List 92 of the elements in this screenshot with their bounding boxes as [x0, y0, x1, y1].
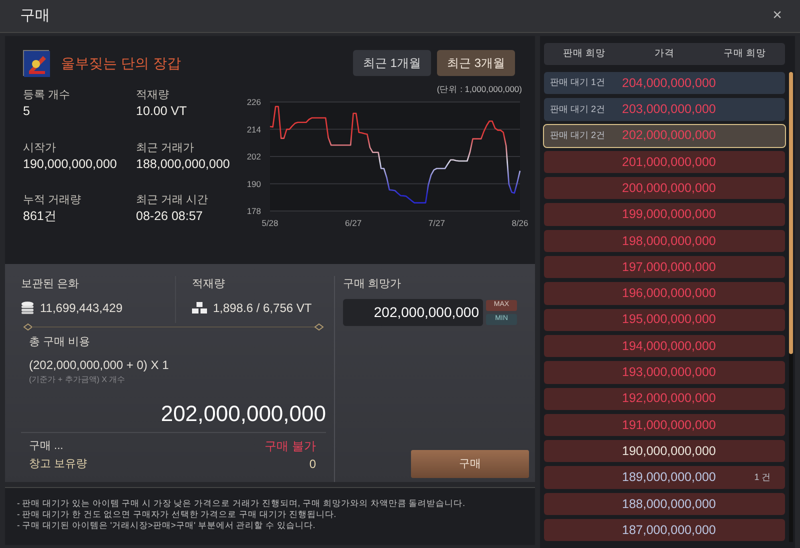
price-text: 195,000,000,000 — [621, 311, 717, 328]
axis-tick-label: 190 — [246, 178, 261, 189]
column-header: 구매 희망 — [722, 46, 768, 61]
order-row[interactable]: 191,000,000,000 — [544, 414, 785, 436]
weights-icon — [192, 302, 207, 314]
formula-hint: (기준가 + 추가금액) X 개수 — [29, 374, 126, 386]
price-text: 192,000,000,000 — [621, 390, 717, 408]
order-row[interactable]: 판매 대기 1건 204,000,000,000 — [544, 72, 785, 94]
column-header: 판매 희망 — [562, 46, 606, 61]
price-text: 201,000,000,000 — [621, 154, 717, 171]
order-row[interactable]: 197,000,000,000 — [544, 256, 785, 278]
total-cost-label: 총 구매 비용 — [29, 334, 92, 350]
order-row[interactable]: 200,000,000,000 — [544, 177, 785, 200]
stat-value: 08-26 08:57 — [136, 208, 204, 226]
order-row[interactable]: 196,000,000,000 — [544, 282, 785, 305]
notice-text: - 구매 대기된 아이템은 '거래시장>판매>구매' 부분에서 관리할 수 있습니다. — [17, 520, 316, 531]
price-text: 202,000,000,000 — [621, 127, 717, 144]
order-row[interactable]: 189,000,000,000 1 건 — [544, 466, 785, 489]
stat-label: 누적 거래량 — [23, 193, 82, 208]
order-row[interactable]: 187,000,000,000 — [544, 519, 785, 542]
status-value: 구매 불가 — [264, 438, 316, 455]
status-label: 구매 ... — [29, 439, 64, 454]
notice-text: - 판매 대기가 있는 아이템 구매 시 가장 낮은 가격으로 거래가 진행되며, 구매 희망가와의 차액만큼 돌려받습니다. — [17, 498, 466, 509]
axis-tick-label: 226 — [246, 97, 261, 107]
price-text: 193,000,000,000 — [621, 364, 717, 382]
weight-label: 적재량 — [192, 277, 226, 292]
window-title: 구매 — [20, 6, 50, 26]
cost-formula: (202,000,000,000 + 0) X 1 — [29, 357, 170, 374]
price-text: 194,000,000,000 — [621, 338, 717, 355]
order-row[interactable]: 201,000,000,000 — [544, 150, 785, 174]
coins-icon — [21, 301, 34, 314]
order-row[interactable]: 194,000,000,000 — [544, 334, 785, 358]
price-text: 200,000,000,000 — [621, 180, 717, 197]
price-text: 197,000,000,000 — [621, 258, 717, 276]
currency-label: 보관된 은화 — [21, 277, 80, 292]
buy-count: 1 건 — [753, 470, 772, 484]
stat-label: 최근 거래가 — [136, 140, 196, 155]
unit-label: (단위 : 1,000,000,000) — [436, 84, 522, 94]
bid-price-label: 구매 희망가 — [343, 277, 402, 292]
period-tab[interactable]: 최근 1개월 — [352, 50, 431, 76]
weight-value: 1,898.6 / 6,756 VT — [213, 300, 312, 316]
bid-price-field[interactable]: 202,000,000,000 — [343, 298, 483, 326]
period-tab[interactable]: 최근 3개월 — [436, 50, 515, 76]
stat-label: 적재량 — [136, 88, 170, 102]
price-text: 196,000,000,000 — [621, 285, 717, 302]
item-icon — [23, 50, 49, 76]
order-row[interactable]: 판매 대기 2건 203,000,000,000 — [544, 98, 785, 121]
sell-count: 판매 대기 2건 — [550, 128, 606, 142]
order-row[interactable]: 192,000,000,000 — [544, 388, 785, 410]
order-row[interactable]: 195,000,000,000 — [544, 308, 785, 331]
axis-tick-label: 202 — [246, 152, 261, 162]
price-text: 198,000,000,000 — [621, 232, 717, 250]
price-text: 191,000,000,000 — [621, 416, 717, 434]
stat-value: 5 — [23, 103, 31, 120]
status-label: 창고 보유량 — [29, 457, 88, 472]
price-text: 204,000,000,000 — [621, 74, 717, 92]
order-row[interactable]: 198,000,000,000 — [544, 230, 785, 252]
price-text: 189,000,000,000 — [621, 469, 717, 486]
price-text: 188,000,000,000 — [621, 496, 717, 513]
axis-tick-label: 6/27 — [345, 218, 362, 228]
order-row[interactable]: 190,000,000,000 — [544, 440, 785, 462]
notice-text: - 판매 대기가 한 건도 없으면 구매자가 선택한 가격으로 구매 대기가 진행됩니다. — [17, 509, 338, 520]
currency-value: 11,699,443,429 — [40, 300, 123, 316]
axis-tick-label: 7/27 — [428, 218, 445, 228]
price-text: 190,000,000,000 — [621, 442, 717, 460]
sell-count: 판매 대기 2건 — [550, 102, 606, 116]
price-text: 203,000,000,000 — [621, 101, 717, 118]
total-amount: 202,000,000,000 — [160, 400, 326, 428]
status-value: 0 — [309, 456, 316, 473]
stat-label: 최근 거래 시간 — [136, 193, 210, 208]
price-text: 187,000,000,000 — [621, 522, 717, 539]
close-button[interactable]: × — [768, 4, 786, 28]
price-text: 199,000,000,000 — [621, 206, 717, 224]
stat-label: 등록 개수 — [23, 88, 72, 102]
order-row[interactable]: 188,000,000,000 — [544, 492, 785, 516]
stat-value: 188,000,000,000 — [136, 156, 231, 173]
axis-tick-label: 178 — [246, 206, 261, 216]
stat-value: 861건 — [23, 208, 58, 226]
order-row[interactable]: 193,000,000,000 — [544, 361, 785, 384]
axis-tick-label: 8/26 — [512, 218, 528, 228]
stat-value: 10.00 VT — [136, 103, 188, 120]
buy-button[interactable]: 구매 — [411, 450, 529, 478]
stat-value: 190,000,000,000 — [23, 156, 118, 173]
stat-label: 시작가 — [23, 140, 57, 155]
order-row[interactable]: 판매 대기 2건 202,000,000,000 — [544, 124, 785, 147]
order-row[interactable]: 199,000,000,000 — [544, 203, 785, 226]
scrollbar-thumb[interactable] — [789, 72, 793, 354]
axis-tick-label: 5/28 — [262, 218, 278, 228]
sell-count: 판매 대기 1건 — [550, 76, 606, 90]
item-name: 울부짖는 단의 장갑 — [61, 54, 181, 72]
axis-tick-label: 214 — [246, 124, 261, 134]
column-header: 가격 — [653, 46, 676, 61]
